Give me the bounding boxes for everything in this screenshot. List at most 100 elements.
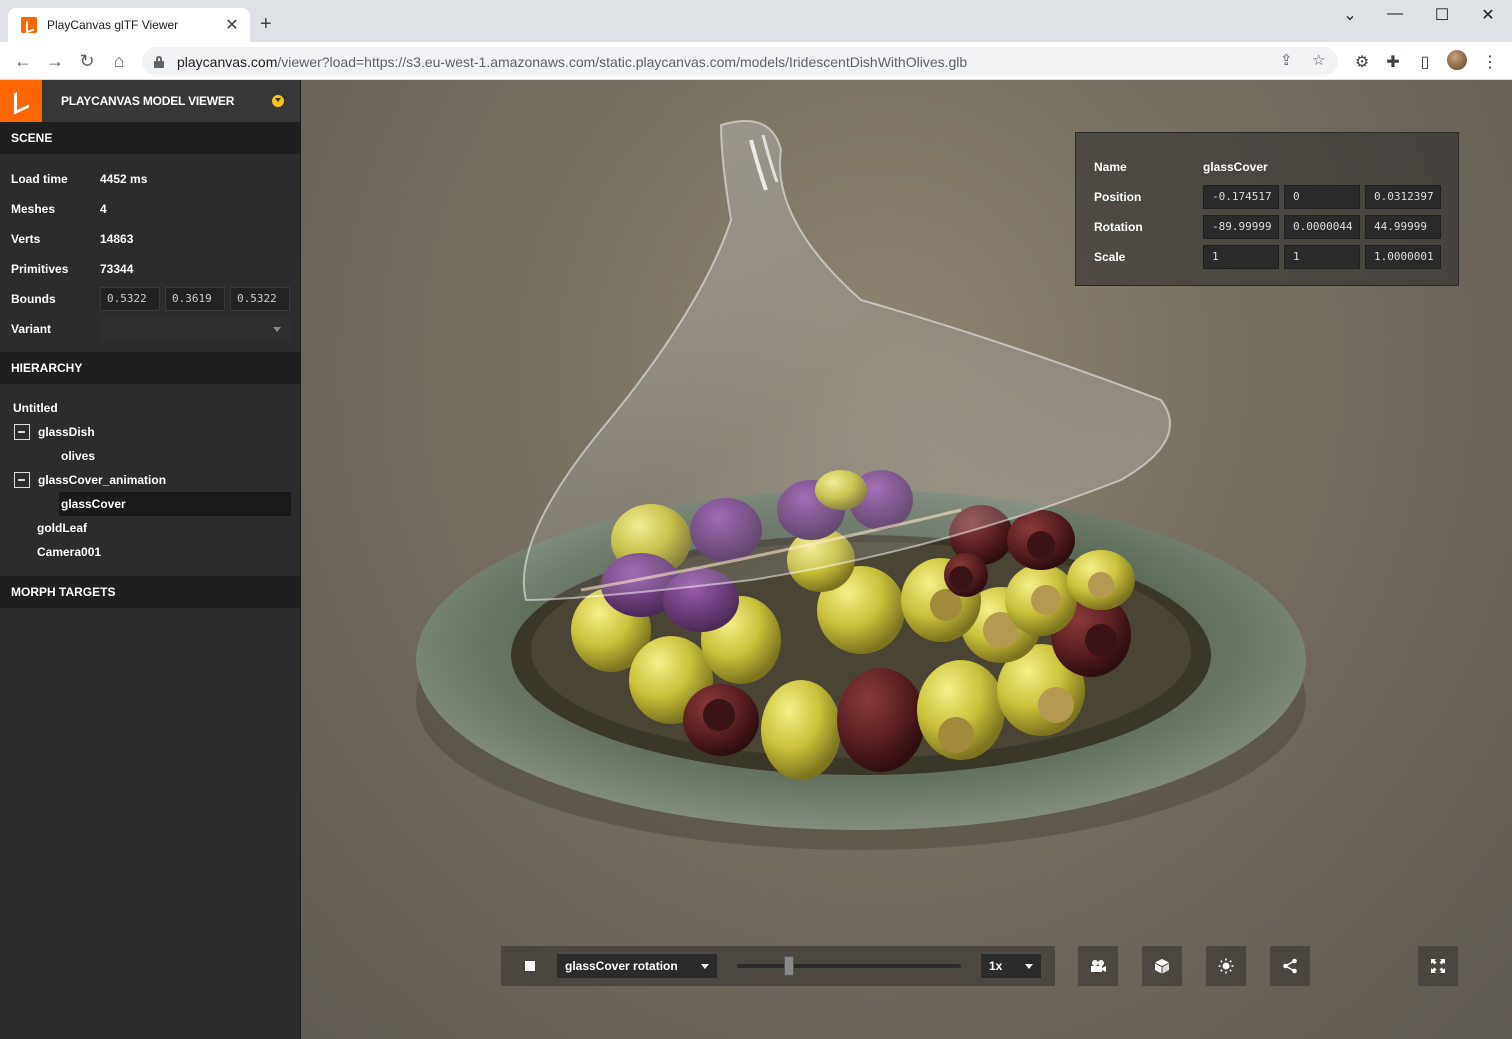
tree-node-label: glassCover xyxy=(61,497,126,511)
animation-progress-track[interactable] xyxy=(737,964,961,968)
sun-icon xyxy=(1218,958,1234,974)
tab-title: PlayCanvas glTF Viewer xyxy=(47,18,179,32)
playcanvas-logo-icon[interactable] xyxy=(0,80,42,122)
tree-node-glasscover[interactable]: glassCover xyxy=(0,492,300,516)
collapse-toggle-icon[interactable] xyxy=(14,472,30,488)
tree-node-label: goldLeaf xyxy=(37,521,87,535)
hierarchy-tree: Untitled glassDish olives glassCover_ani… xyxy=(0,384,300,576)
meshes-value: 4 xyxy=(100,202,107,216)
position-label: Position xyxy=(1094,190,1142,204)
bounds-z-field[interactable]: 0.5322 xyxy=(230,287,290,311)
bounds-label: Bounds xyxy=(11,292,56,306)
inspector-rotation-row: Rotation -89.99999 0.0000044 44.99999 xyxy=(1076,212,1458,242)
rotation-y-field[interactable]: 0.0000044 xyxy=(1284,215,1360,239)
fullscreen-icon xyxy=(1431,959,1445,973)
brand-bar: PLAYCANVAS MODEL VIEWER xyxy=(0,80,300,122)
playback-speed-dropdown[interactable]: 1x xyxy=(981,954,1041,978)
primitives-value: 73344 xyxy=(100,262,134,276)
share-icon xyxy=(1283,958,1297,974)
camera-button[interactable] xyxy=(1078,946,1118,986)
inspector-name-row: Name glassCover xyxy=(1076,152,1458,182)
animation-progress-thumb[interactable] xyxy=(783,956,794,976)
scale-y-field[interactable]: 1 xyxy=(1284,245,1360,269)
playcanvas-favicon-icon xyxy=(21,17,37,33)
meshes-label: Meshes xyxy=(11,202,56,216)
bookmark-star-icon[interactable]: ☆ xyxy=(1312,51,1325,69)
tree-node-goldleaf[interactable]: goldLeaf xyxy=(0,516,300,540)
bounds-x-field[interactable]: 0.5322 xyxy=(100,287,160,311)
rotation-x-field[interactable]: -89.99999 xyxy=(1203,215,1279,239)
node-inspector-panel: Name glassCover Position -0.174517 0 0.0… xyxy=(1075,132,1459,286)
primitives-row: Primitives 73344 xyxy=(0,254,300,284)
verts-value: 14863 xyxy=(100,232,134,246)
variant-row: Variant xyxy=(0,314,300,344)
scene-panel: Load time 4452 ms Meshes 4 Verts 14863 P… xyxy=(0,154,300,344)
position-x-field[interactable]: -0.174517 xyxy=(1203,185,1279,209)
browser-tab-bar: PlayCanvas glTF Viewer ✕ + ⌄ — ☐ ✕ xyxy=(0,0,1512,42)
rotation-z-field[interactable]: 44.99999 xyxy=(1365,215,1441,239)
collapse-toggle-icon[interactable] xyxy=(14,424,30,440)
menu-kebab-icon[interactable]: ⋮ xyxy=(1480,52,1500,72)
position-y-field[interactable]: 0 xyxy=(1284,185,1360,209)
address-bar[interactable]: playcanvas.com/viewer?load=https://s3.eu… xyxy=(142,47,1338,76)
share-button[interactable] xyxy=(1270,946,1310,986)
bounds-row: Bounds 0.5322 0.3619 0.5322 xyxy=(0,284,300,314)
back-arrow-icon[interactable]: ← xyxy=(10,48,36,74)
selected-row-highlight: glassCover xyxy=(59,492,291,516)
collapse-chevron-icon[interactable] xyxy=(272,95,284,107)
browser-tab[interactable]: PlayCanvas glTF Viewer ✕ xyxy=(8,8,250,42)
name-label: Name xyxy=(1094,160,1127,174)
lighting-button[interactable] xyxy=(1206,946,1246,986)
browser-toolbar: ← → ↻ ⌂ playcanvas.com/viewer?load=https… xyxy=(0,42,1512,80)
tree-node-glasscover-animation[interactable]: glassCover_animation xyxy=(0,468,300,492)
scale-label: Scale xyxy=(1094,250,1126,264)
model-viewer-app: PLAYCANVAS MODEL VIEWER SCENE Load time … xyxy=(0,80,1512,1039)
tab-search-button[interactable]: ⌄ xyxy=(1330,5,1370,25)
scale-x-field[interactable]: 1 xyxy=(1203,245,1279,269)
model-settings-button[interactable] xyxy=(1142,946,1182,986)
position-z-field[interactable]: 0.0312397 xyxy=(1365,185,1441,209)
tree-node-camera001[interactable]: Camera001 xyxy=(0,540,300,564)
url-host: playcanvas.com xyxy=(177,53,278,70)
profile-avatar[interactable] xyxy=(1447,50,1467,70)
fullscreen-button[interactable] xyxy=(1418,946,1458,986)
tree-node-label: Untitled xyxy=(13,401,58,415)
morph-targets-section-header[interactable]: MORPH TARGETS xyxy=(0,576,300,608)
tree-node-glassdish[interactable]: glassDish xyxy=(0,420,300,444)
extensions-puzzle-icon[interactable]: ✚ xyxy=(1383,52,1403,72)
stop-icon[interactable] xyxy=(525,961,535,971)
bounds-y-field[interactable]: 0.3619 xyxy=(165,287,225,311)
scale-z-field[interactable]: 1.0000001 xyxy=(1365,245,1441,269)
home-icon[interactable]: ⌂ xyxy=(106,48,132,74)
side-panel-icon[interactable]: ▯ xyxy=(1415,52,1435,72)
load-time-label: Load time xyxy=(11,172,68,186)
lock-icon[interactable] xyxy=(154,55,164,68)
hierarchy-section-header[interactable]: HIERARCHY xyxy=(0,352,300,384)
close-window-button[interactable]: ✕ xyxy=(1468,5,1508,25)
cube-icon xyxy=(1155,959,1169,974)
tab-close-icon[interactable]: ✕ xyxy=(224,15,240,35)
load-time-value: 4452 ms xyxy=(100,172,148,186)
scene-section-header[interactable]: SCENE xyxy=(0,122,300,154)
tree-node-olives[interactable]: olives xyxy=(0,444,300,468)
3d-viewport[interactable]: Name glassCover Position -0.174517 0 0.0… xyxy=(301,80,1512,1039)
tree-node-label: glassCover_animation xyxy=(38,473,167,487)
variant-label: Variant xyxy=(11,322,52,336)
sidebar: PLAYCANVAS MODEL VIEWER SCENE Load time … xyxy=(0,80,301,1039)
tree-node-label: Camera001 xyxy=(37,545,102,559)
animation-track-dropdown[interactable]: glassCover rotation xyxy=(557,954,717,978)
reload-icon[interactable]: ↻ xyxy=(74,48,100,74)
tree-node-label: glassDish xyxy=(38,425,95,439)
maximize-button[interactable]: ☐ xyxy=(1422,5,1462,25)
minimize-button[interactable]: — xyxy=(1375,5,1415,23)
share-page-icon[interactable]: ⇪ xyxy=(1280,51,1293,69)
inspector-position-row: Position -0.174517 0 0.0312397 xyxy=(1076,182,1458,212)
meshes-row: Meshes 4 xyxy=(0,194,300,224)
extension-gear-icon[interactable]: ⚙ xyxy=(1352,52,1372,72)
variant-dropdown[interactable] xyxy=(100,317,291,341)
rotation-label: Rotation xyxy=(1094,220,1143,234)
forward-arrow-icon[interactable]: → xyxy=(42,48,68,74)
tree-node-untitled[interactable]: Untitled xyxy=(0,396,300,420)
tree-node-label: olives xyxy=(61,449,96,463)
new-tab-button[interactable]: + xyxy=(260,13,272,36)
